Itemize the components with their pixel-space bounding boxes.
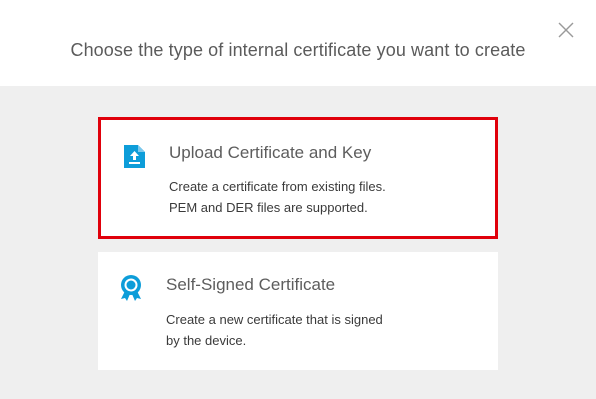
dialog-header: Choose the type of internal certificate … (0, 0, 596, 86)
option-description-line: PEM and DER files are supported. (169, 200, 368, 215)
close-icon (558, 22, 574, 38)
option-description-line: Create a certificate from existing files… (169, 179, 386, 194)
certificate-badge-icon (116, 273, 146, 303)
option-description: Create a new certificate that is signed … (166, 309, 466, 351)
option-title: Upload Certificate and Key (169, 143, 372, 162)
option-description-line: Create a new certificate that is signed (166, 312, 383, 327)
dialog-title: Choose the type of internal certificate … (70, 40, 526, 60)
option-self-signed-certificate[interactable]: Self-Signed Certificate Create a new cer… (98, 252, 498, 370)
upload-file-icon (119, 141, 149, 171)
option-description: Create a certificate from existing files… (169, 176, 469, 218)
option-description-line: by the device. (166, 333, 247, 348)
close-button[interactable] (556, 20, 576, 40)
option-title: Self-Signed Certificate (166, 275, 336, 294)
option-upload-certificate[interactable]: Upload Certificate and Key Create a cert… (98, 117, 498, 239)
